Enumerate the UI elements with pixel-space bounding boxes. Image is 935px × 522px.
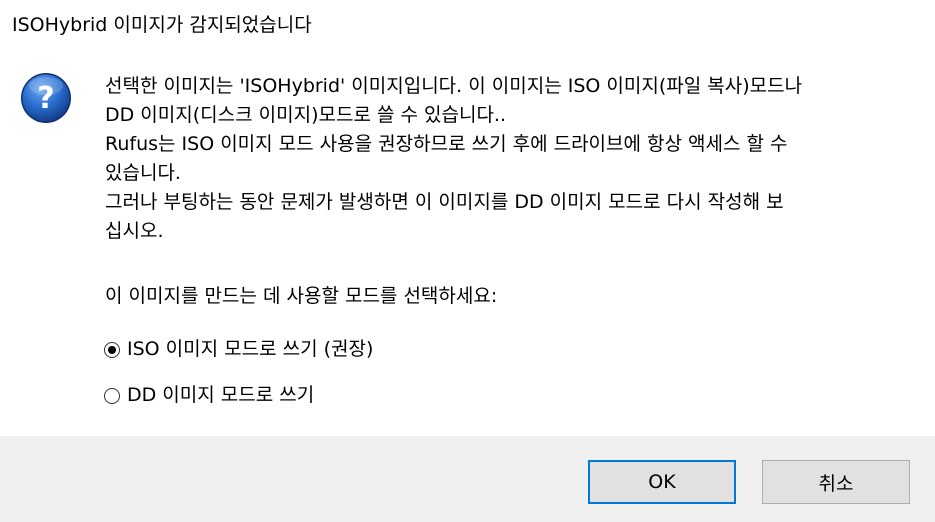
ok-button[interactable]: OK [588, 460, 736, 504]
iso-mode-label[interactable]: ISO 이미지 모드로 쓰기 (권장) [127, 335, 373, 364]
dd-mode-radio[interactable] [104, 387, 120, 404]
dd-mode-option[interactable]: DD 이미지 모드로 쓰기 [104, 381, 314, 410]
message-line: 있습니다. [105, 162, 181, 184]
message-line: Rufus는 ISO 이미지 모드 사용을 권장하므로 쓰기 후에 드라이브에 … [105, 133, 788, 155]
svg-text:?: ? [37, 81, 54, 116]
question-icon: ? [20, 72, 72, 124]
iso-mode-radio[interactable] [104, 341, 120, 358]
mode-prompt: 이 이미지를 만드는 데 사용할 모드를 선택하세요: [105, 285, 498, 307]
message-text: 선택한 이미지는 'ISOHybrid' 이미지입니다. 이 이미지는 ISO … [105, 72, 915, 246]
button-bar: OK 취소 [0, 436, 935, 522]
dd-mode-label[interactable]: DD 이미지 모드로 쓰기 [127, 381, 314, 410]
message-line: 그러나 부팅하는 동안 문제가 발생하면 이 이미지를 DD 이미지 모드로 다… [105, 191, 784, 213]
iso-mode-option[interactable]: ISO 이미지 모드로 쓰기 (권장) [104, 335, 373, 364]
message-line: 선택한 이미지는 'ISOHybrid' 이미지입니다. 이 이미지는 ISO … [105, 75, 803, 97]
cancel-button[interactable]: 취소 [762, 460, 910, 504]
message-line: 십시오. [105, 220, 164, 242]
dialog-title: ISOHybrid 이미지가 감지되었습니다 [12, 14, 312, 36]
rufus-dialog: ISOHybrid 이미지가 감지되었습니다 ? 선택한 이미지는 'ISOHy… [0, 0, 935, 522]
message-line: DD 이미지(디스크 이미지)모드로 쓸 수 있습니다.. [105, 104, 507, 126]
